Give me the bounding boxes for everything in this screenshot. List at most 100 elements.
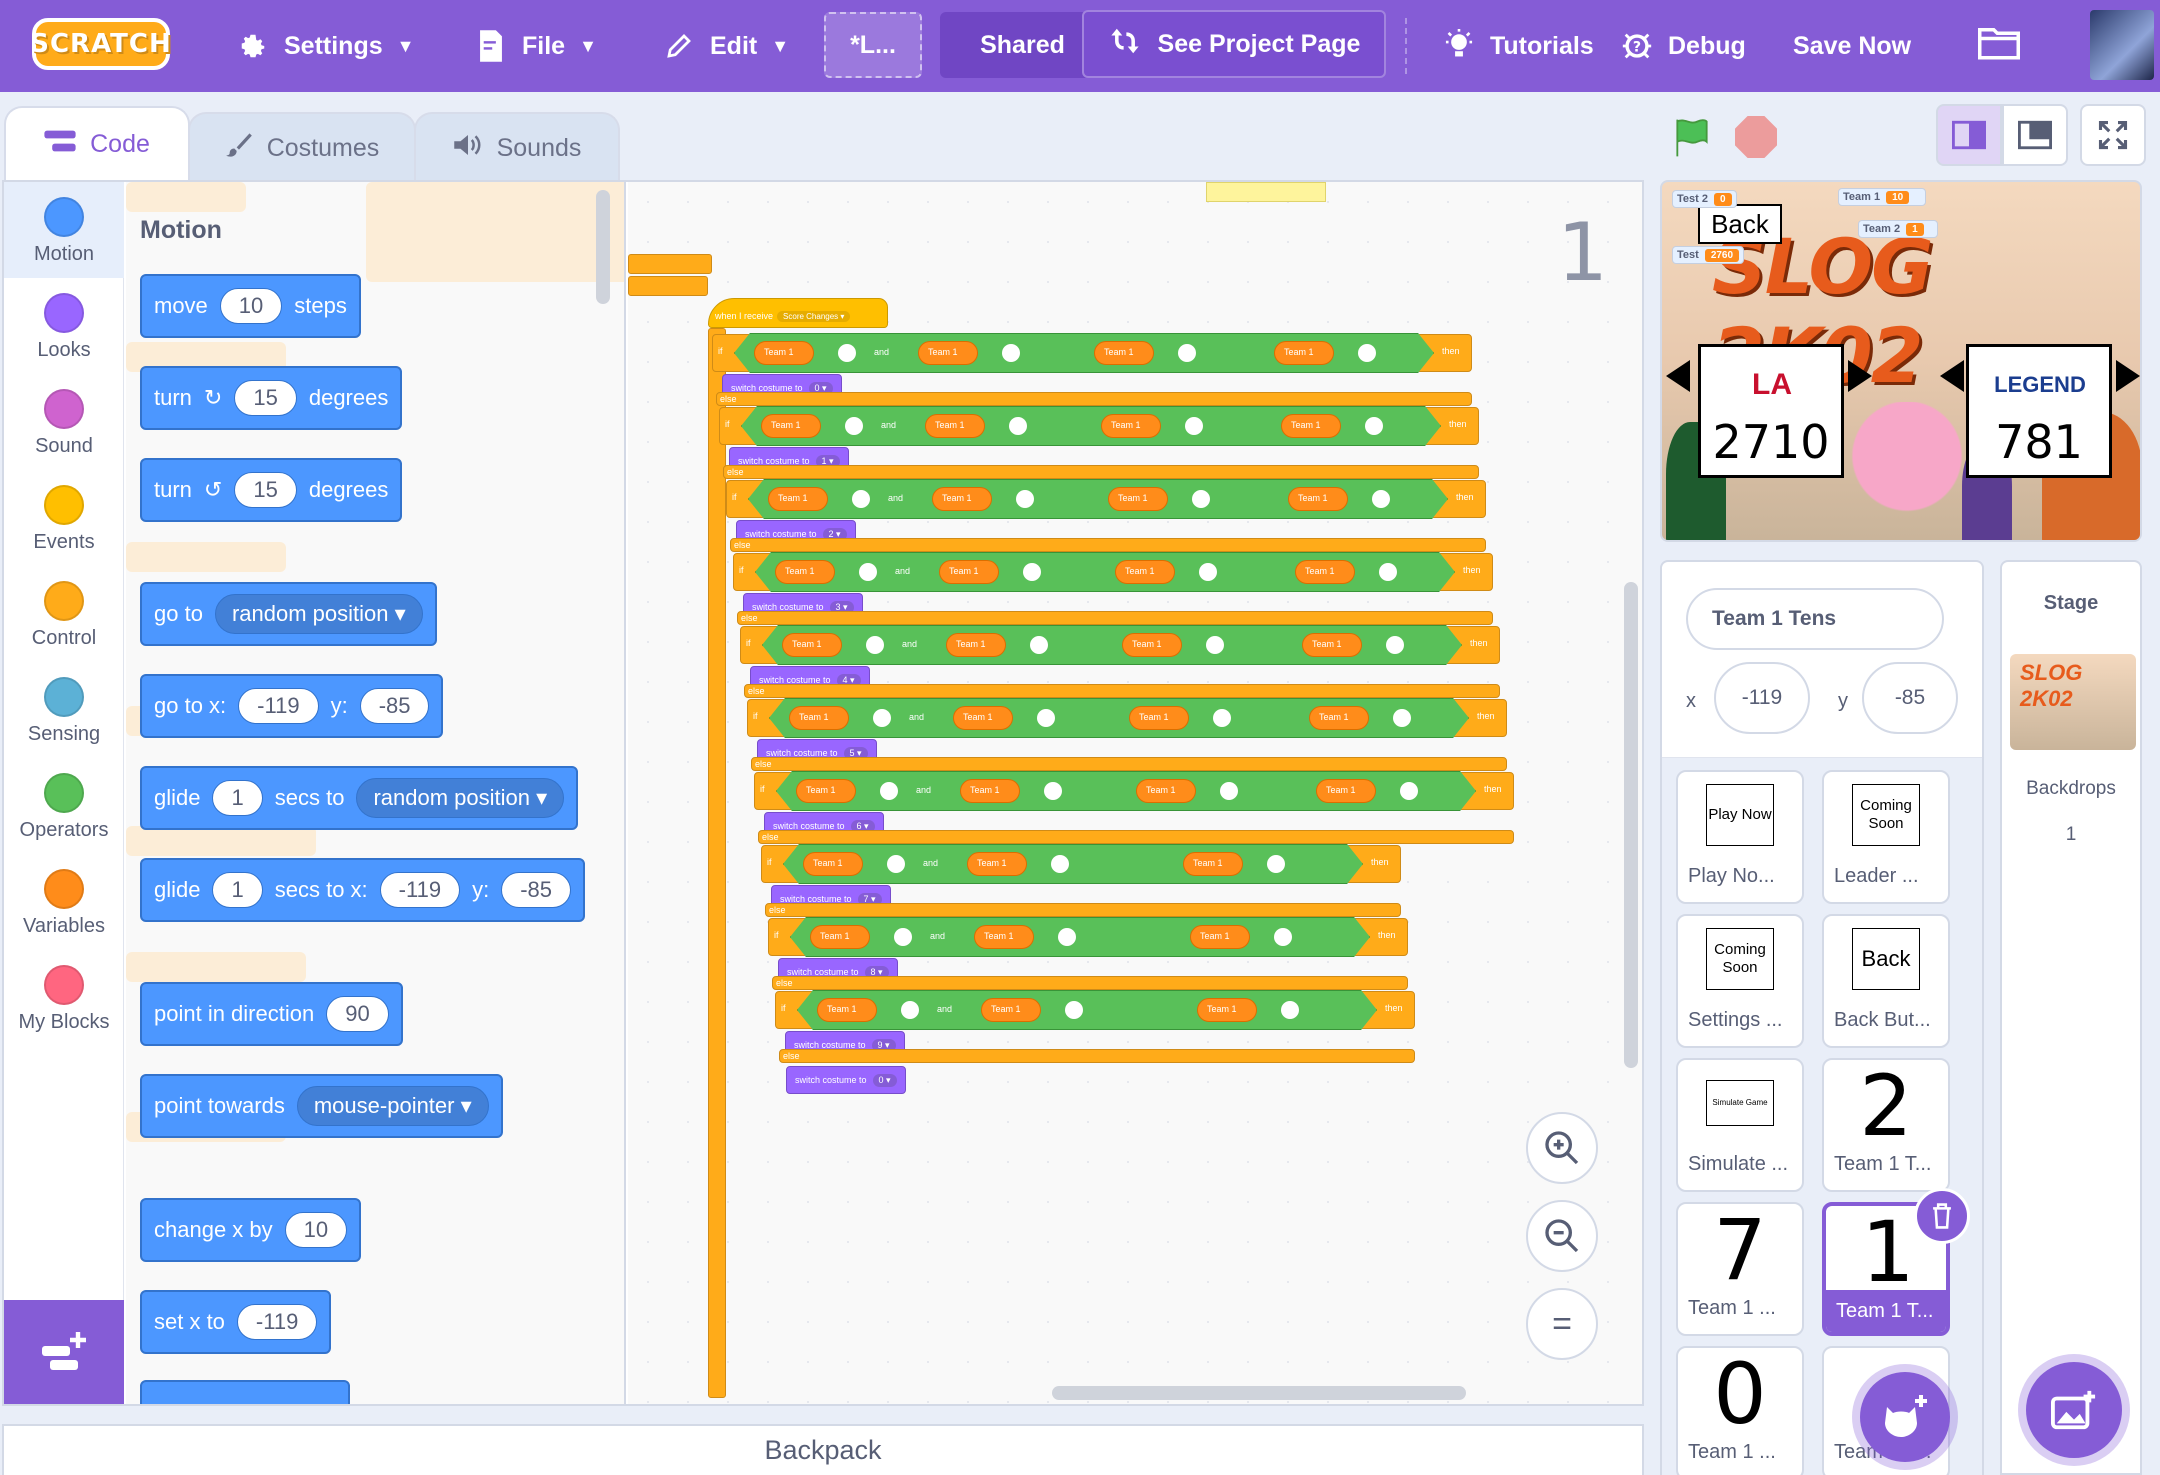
number-input[interactable] <box>1206 636 1224 654</box>
go-to-xy-block[interactable]: go to x: -119 y: -85 <box>140 674 444 738</box>
sprite-tile[interactable]: Simulate Game Simulate ... <box>1676 1058 1804 1192</box>
number-input[interactable] <box>873 709 891 727</box>
number-input[interactable] <box>1065 1001 1083 1019</box>
choose-sprite-button[interactable] <box>1860 1372 1950 1462</box>
debug-button[interactable]: ? Debug <box>1620 12 1746 80</box>
block-input[interactable]: 1 <box>212 780 263 816</box>
change-x-block[interactable]: change x by 10 <box>140 1198 362 1262</box>
sprite-tile[interactable]: Coming Soon Settings ... <box>1676 914 1804 1048</box>
block-input[interactable]: -119 <box>238 688 319 724</box>
category-motion[interactable]: Motion <box>4 182 124 278</box>
project-title-input[interactable]: *L... <box>824 12 922 78</box>
block-input[interactable]: -119 <box>379 872 461 908</box>
tutorials-button[interactable]: Tutorials <box>1442 12 1594 80</box>
large-stage-button[interactable] <box>2002 104 2068 166</box>
number-input[interactable] <box>866 636 884 654</box>
number-input[interactable] <box>1358 344 1376 362</box>
sprite-tile[interactable]: 7 Team 1 ... <box>1676 1201 1804 1336</box>
sprite-tile[interactable]: 0 Team 1 ... <box>1676 1345 1804 1475</box>
number-input[interactable] <box>894 928 912 946</box>
number-input[interactable] <box>1030 636 1048 654</box>
number-input[interactable] <box>1393 709 1411 727</box>
number-input[interactable] <box>1009 417 1027 435</box>
number-input[interactable] <box>1185 417 1203 435</box>
number-input[interactable] <box>1192 490 1210 508</box>
small-stage-button[interactable] <box>1936 104 2002 166</box>
category-looks[interactable]: Looks <box>4 278 124 374</box>
number-input[interactable] <box>1267 855 1285 873</box>
save-now-button[interactable]: Save Now <box>1793 12 1911 80</box>
block-dropdown[interactable]: random position ▾ <box>214 594 423 634</box>
block-input[interactable]: 10 <box>219 288 283 324</box>
block-input[interactable]: -85 <box>359 688 430 724</box>
number-input[interactable] <box>1044 782 1062 800</box>
point-in-direction-block[interactable]: point in direction 90 <box>140 982 403 1046</box>
number-input[interactable] <box>1365 417 1383 435</box>
workspace-vertical-scrollbar[interactable] <box>1624 582 1638 1068</box>
message-dropdown[interactable]: Score Changes ▾ <box>777 310 851 322</box>
number-input[interactable] <box>1386 636 1404 654</box>
workspace-horizontal-scrollbar[interactable] <box>1052 1386 1466 1400</box>
block-input[interactable]: 15 <box>234 472 297 508</box>
number-input[interactable] <box>852 490 870 508</box>
stage-target-pane[interactable]: Stage SLOG 2K02 Backdrops 1 <box>2000 560 2142 1475</box>
block-input[interactable]: -119 <box>236 1304 318 1340</box>
stage-canvas[interactable]: SLOG 2K02 Back Test 20 Test2760 Team 110… <box>1660 180 2142 542</box>
turn-right-block[interactable]: turn ↻ 15 degrees <box>140 366 403 430</box>
folder-icon[interactable] <box>1978 24 2020 64</box>
arrow-right-icon[interactable] <box>2116 360 2140 392</box>
number-input[interactable] <box>901 1001 919 1019</box>
number-input[interactable] <box>1002 344 1020 362</box>
partial-block[interactable] <box>140 1380 350 1404</box>
scratch-logo[interactable]: SCRATCH <box>30 18 171 70</box>
number-input[interactable] <box>859 563 877 581</box>
category-events[interactable]: Events <box>4 470 124 566</box>
x-position-input[interactable]: -119 <box>1714 662 1810 734</box>
zoom-out-button[interactable] <box>1526 1200 1598 1272</box>
stage-back-button[interactable]: Back <box>1698 204 1782 244</box>
number-input[interactable] <box>1051 855 1069 873</box>
point-towards-block[interactable]: point towards mouse-pointer ▾ <box>140 1074 503 1138</box>
block-input[interactable]: 90 <box>326 996 389 1032</box>
block-input[interactable]: 15 <box>234 380 297 416</box>
number-input[interactable] <box>887 855 905 873</box>
file-menu[interactable]: File ▼ <box>474 12 597 80</box>
number-input[interactable] <box>1023 563 1041 581</box>
block-input[interactable]: -85 <box>501 872 571 908</box>
arrow-left-icon[interactable] <box>1940 360 1964 392</box>
switch-costume-block[interactable]: switch costume to 0 ▾ <box>786 1066 906 1094</box>
category-operators[interactable]: Operators <box>4 758 124 854</box>
number-input[interactable] <box>1037 709 1055 727</box>
sprite-tile[interactable]: Play Now Play No... <box>1676 770 1804 904</box>
offscreen-block[interactable] <box>628 276 708 296</box>
block-dropdown[interactable]: random position ▾ <box>356 778 565 818</box>
palette-scrollbar[interactable] <box>596 190 610 304</box>
number-input[interactable] <box>1372 490 1390 508</box>
number-input[interactable] <box>1220 782 1238 800</box>
sprite-name-input[interactable]: Team 1 Tens <box>1686 588 1944 650</box>
green-flag-button[interactable] <box>1670 116 1714 160</box>
choose-backdrop-button[interactable] <box>2026 1362 2122 1458</box>
fullscreen-button[interactable] <box>2080 104 2146 166</box>
stop-button[interactable] <box>1735 116 1777 158</box>
comment-note[interactable] <box>1206 182 1326 202</box>
number-input[interactable] <box>1199 563 1217 581</box>
add-extension-button[interactable] <box>4 1300 124 1404</box>
glide-block[interactable]: glide 1 secs to random position ▾ <box>140 766 579 830</box>
stage-thumbnail[interactable]: SLOG 2K02 <box>2010 654 2136 750</box>
go-to-block[interactable]: go to random position ▾ <box>140 582 437 646</box>
number-input[interactable] <box>1213 709 1231 727</box>
when-i-receive-block[interactable]: when I receive Score Changes ▾ <box>708 298 888 328</box>
block-input[interactable]: 10 <box>284 1212 348 1248</box>
y-position-input[interactable]: -85 <box>1862 662 1958 734</box>
category-sound[interactable]: Sound <box>4 374 124 470</box>
category-my-blocks[interactable]: My Blocks <box>4 950 124 1046</box>
shared-button[interactable]: Shared <box>940 12 1105 78</box>
sprite-tile[interactable]: 2 Team 1 T... <box>1822 1057 1950 1192</box>
move-steps-block[interactable]: move 10 steps <box>140 274 361 338</box>
block-input[interactable]: 1 <box>212 872 263 908</box>
offscreen-block[interactable] <box>628 254 712 274</box>
set-x-block[interactable]: set x to -119 <box>140 1290 332 1354</box>
block-dropdown[interactable]: mouse-pointer ▾ <box>296 1086 489 1126</box>
zoom-in-button[interactable] <box>1526 1112 1598 1184</box>
